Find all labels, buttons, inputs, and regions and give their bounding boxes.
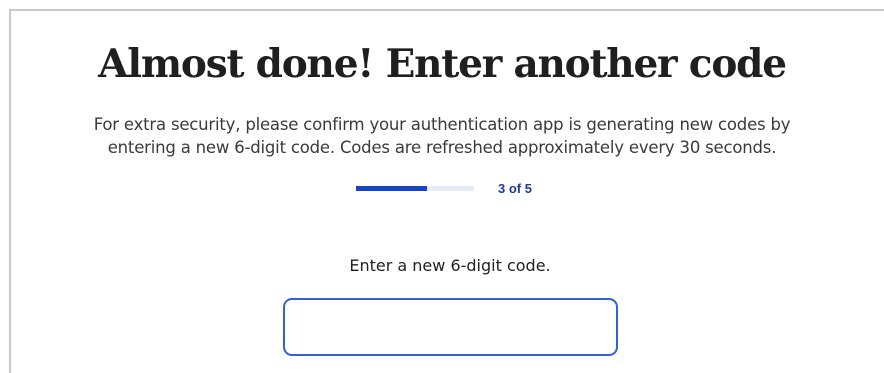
code-input[interactable]	[283, 298, 618, 356]
code-input-label: Enter a new 6-digit code.	[349, 256, 551, 275]
instructions-text: For extra security, please confirm your …	[30, 113, 854, 159]
progress-step-label: 3 of 5	[498, 181, 532, 196]
progress-bar-fill	[356, 186, 427, 191]
instructions-line-2: entering a new 6-digit code. Codes are r…	[107, 138, 777, 157]
instructions-line-1: For extra security, please confirm your …	[93, 115, 791, 134]
page-title: Almost done! Enter another code	[98, 41, 787, 87]
progress-bar	[356, 186, 474, 191]
